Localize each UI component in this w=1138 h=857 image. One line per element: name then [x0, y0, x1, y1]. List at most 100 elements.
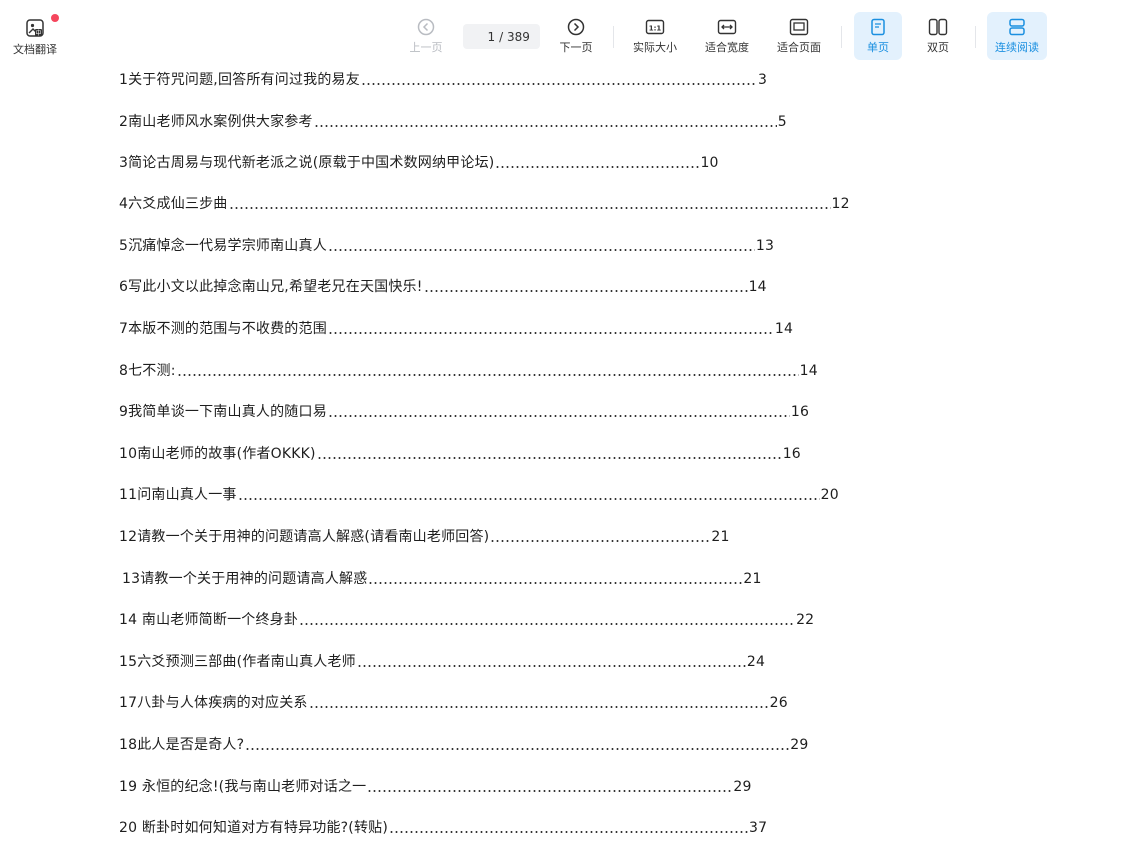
toc-leader-dots [308, 693, 769, 713]
toc-entry[interactable]: 2南山老师风水案例供大家参考 5 [119, 112, 787, 132]
toolbar: 中 文档翻译 上一页 / 389 下一页 1:1 实际大小 [0, 0, 1138, 66]
svg-text:中: 中 [35, 29, 41, 37]
toc-entry[interactable]: 12请教一个关于用神的问题请高人解惑(请看南山老师回答) 21 [119, 527, 730, 547]
toc-leader-dots [327, 319, 774, 339]
fit-page-button[interactable]: 适合页面 [770, 12, 828, 60]
toc-entry-title: 13请教一个关于用神的问题请高人解惑 [122, 571, 368, 587]
toc-entry[interactable]: 6写此小文以此掉念南山兄,希望老兄在天国快乐! 14 [119, 277, 767, 297]
fit-page-icon [789, 18, 809, 36]
single-page-button[interactable]: 单页 [854, 12, 902, 60]
toc-entry-page: 14 [799, 363, 818, 379]
toc-entry[interactable]: 20 断卦时如何知道对方有特异功能?(转贴) 37 [119, 818, 767, 838]
toc-leader-dots [299, 610, 796, 630]
toc-entry-title: 18此人是否是奇人? [119, 737, 245, 753]
toc-leader-dots [316, 444, 782, 464]
toc-entry-page: 26 [769, 695, 788, 711]
toc-entry-page: 20 [820, 487, 839, 503]
toc-entry[interactable]: 5沉痛悼念一代易学宗师南山真人 13 [119, 236, 774, 256]
single-page-icon [871, 18, 885, 36]
actual-size-button[interactable]: 1:1 实际大小 [626, 12, 684, 60]
toc-entry-page: 3 [757, 72, 768, 88]
toc-leader-dots [360, 70, 757, 90]
fit-width-icon [717, 19, 737, 35]
toc-entry-page: 12 [831, 196, 850, 212]
toc-entry[interactable]: 19 永恒的纪念!(我与南山老师对话之一 29 [119, 777, 752, 797]
page-number-input[interactable] [473, 29, 496, 44]
toc-entry[interactable]: 10南山老师的故事(作者OKKK) 16 [119, 444, 801, 464]
toc-entry-page: 14 [748, 279, 767, 295]
toc-entry-page: 13 [755, 238, 775, 254]
continuous-reading-icon [1009, 18, 1025, 36]
toc-entry-page: 24 [746, 654, 766, 670]
toc-leader-dots [327, 236, 755, 256]
prev-page-label: 上一页 [409, 41, 443, 54]
toc-leader-dots [389, 818, 749, 838]
continuous-reading-label: 连续阅读 [995, 41, 1039, 54]
toc-entry-title: 3简论古周易与现代新老派之说(原载于中国术数网纳甲论坛) [119, 155, 495, 171]
toc-entry-page: 16 [790, 404, 810, 420]
toc-entry-title: 14 南山老师简断一个终身卦 [119, 612, 299, 628]
toc-entry-title: 17八卦与人体疾病的对应关系 [119, 695, 308, 711]
toc-entry-page: 21 [711, 529, 730, 545]
toc-leader-dots [367, 777, 733, 797]
double-page-button[interactable]: 双页 [914, 12, 962, 60]
toolbar-divider [841, 26, 842, 48]
toc-leader-dots [423, 277, 748, 297]
toc-entry-title: 4六爻成仙三步曲 [119, 196, 228, 212]
toc-entry-page: 10 [700, 155, 719, 171]
toc-entry-title: 6写此小文以此掉念南山兄,希望老兄在天国快乐! [119, 279, 423, 295]
toc-entry-page: 21 [743, 571, 762, 587]
fit-width-label: 适合宽度 [705, 41, 749, 54]
toc-entry[interactable]: 8七不测: 14 [119, 361, 818, 381]
toc-entry[interactable]: 13请教一个关于用神的问题请高人解惑 21 [122, 569, 762, 589]
svg-text:1:1: 1:1 [649, 25, 662, 33]
toc-leader-dots [245, 735, 790, 755]
toc-entry-page: 16 [782, 446, 801, 462]
toc-entry-title: 8七不测: [119, 363, 176, 379]
actual-size-icon: 1:1 [645, 19, 665, 35]
chevron-left-circle-icon [417, 18, 435, 36]
toolbar-divider [613, 26, 614, 48]
toc-leader-dots [327, 402, 790, 422]
toc-entry-page: 14 [774, 321, 794, 337]
toc-entry[interactable]: 14 南山老师简断一个终身卦 22 [119, 610, 814, 630]
continuous-reading-button[interactable]: 连续阅读 [987, 12, 1047, 60]
toc-entry-title: 15六爻预测三部曲(作者南山真人老师 [119, 654, 356, 670]
next-page-button[interactable]: 下一页 [550, 12, 602, 60]
toc-entry[interactable]: 7本版不测的范围与不收费的范围 14 [119, 319, 793, 339]
toc-entry[interactable]: 17八卦与人体疾病的对应关系 26 [119, 693, 788, 713]
toc-entry-title: 5沉痛悼念一代易学宗师南山真人 [119, 238, 327, 254]
toc-entry-page: 37 [749, 820, 768, 836]
toc-leader-dots [356, 652, 746, 672]
toc-entry-page: 29 [733, 779, 752, 795]
document-page: 1关于符咒问题,回答所有问过我的易友 3 2南山老师风水案例供大家参考 5 3简论古… [0, 66, 1138, 857]
translate-label: 文档翻译 [13, 43, 57, 56]
toc-entry-title: 10南山老师的故事(作者OKKK) [119, 446, 316, 462]
total-pages: / 389 [499, 29, 530, 44]
toc-entry[interactable]: 9我简单谈一下南山真人的随口易 16 [119, 402, 809, 422]
toc-entry-page: 5 [777, 114, 787, 130]
translate-icon: 中 [26, 19, 44, 37]
toc-leader-dots [495, 153, 700, 173]
toc-entry-title: 2南山老师风水案例供大家参考 [119, 114, 313, 130]
toc-entry[interactable]: 4六爻成仙三步曲 12 [119, 194, 850, 214]
toc-leader-dots [237, 485, 820, 505]
double-page-icon [928, 18, 948, 36]
toc-entry[interactable]: 11问南山真人一事 20 [119, 485, 839, 505]
toc-entry[interactable]: 3简论古周易与现代新老派之说(原载于中国术数网纳甲论坛) 10 [119, 153, 719, 173]
fit-width-button[interactable]: 适合宽度 [698, 12, 756, 60]
fit-page-label: 适合页面 [777, 41, 821, 54]
toc-entry[interactable]: 15六爻预测三部曲(作者南山真人老师 24 [119, 652, 765, 672]
toc-entry-title: 7本版不测的范围与不收费的范围 [119, 321, 327, 337]
toc-entry[interactable]: 1关于符咒问题,回答所有问过我的易友 3 [119, 70, 767, 90]
toc-entry-title: 20 断卦时如何知道对方有特异功能?(转贴) [119, 820, 389, 836]
next-page-label: 下一页 [559, 41, 593, 54]
toc-leader-dots [313, 112, 777, 132]
toc-entry[interactable]: 18此人是否是奇人? 29 [119, 735, 808, 755]
prev-page-button[interactable]: 上一页 [400, 12, 452, 60]
toc-leader-dots [490, 527, 711, 547]
toc-entry-title: 11问南山真人一事 [119, 487, 237, 503]
toc-entry-title: 12请教一个关于用神的问题请高人解惑(请看南山老师回答) [119, 529, 490, 545]
toc-entry-title: 19 永恒的纪念!(我与南山老师对话之一 [119, 779, 367, 795]
actual-size-label: 实际大小 [633, 41, 677, 54]
